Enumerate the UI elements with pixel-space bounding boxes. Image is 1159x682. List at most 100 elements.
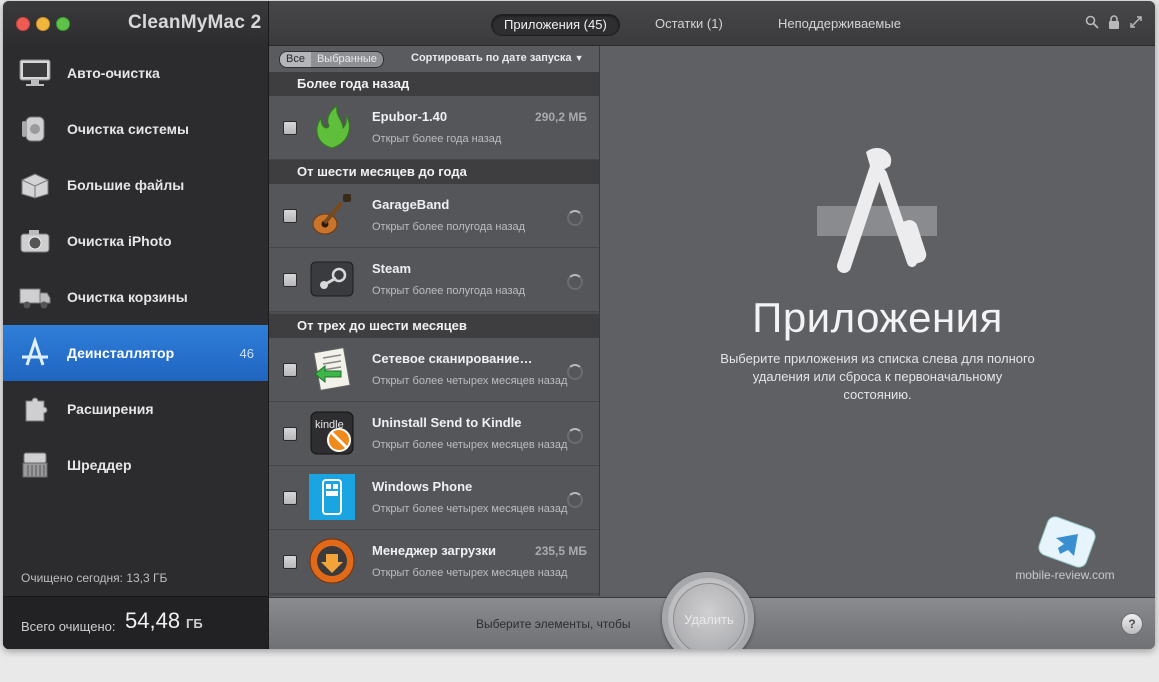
app-name: GarageBand bbox=[372, 197, 450, 212]
app-checkbox[interactable] bbox=[283, 491, 297, 505]
app-checkbox[interactable] bbox=[283, 555, 297, 569]
sidebar-item-trash-clean[interactable]: Очистка корзины bbox=[3, 269, 268, 325]
app-last-opened: Открыт более четырех месяцев назад bbox=[372, 439, 568, 451]
filter-selected-button[interactable]: Выбранные bbox=[310, 52, 383, 67]
detail-description: Выберите приложения из списка слева для … bbox=[720, 351, 1035, 402]
selection-hint: Выберите элементы, чтобы bbox=[476, 617, 631, 631]
app-last-opened: Открыт более полугода назад bbox=[372, 221, 526, 233]
sidebar: CleanMyMac 2 Авто-очистка Очистка систем… bbox=[3, 1, 269, 649]
loading-spinner-icon bbox=[567, 428, 583, 444]
sidebar-item-iphoto-clean[interactable]: Очистка iPhoto bbox=[3, 213, 268, 269]
sidebar-item-large-files[interactable]: Большие файлы bbox=[3, 157, 268, 213]
sort-label: Сортировать по дате запуска bbox=[411, 52, 572, 64]
app-store-icon bbox=[17, 335, 53, 371]
lock-icon[interactable] bbox=[1107, 15, 1121, 29]
delete-button-label: Удалить bbox=[684, 611, 734, 627]
list-item[interactable]: kindle Uninstall Send to Kindle Открыт б… bbox=[269, 402, 599, 466]
sidebar-item-label: Очистка системы bbox=[67, 121, 189, 137]
tab-unsupported[interactable]: Неподдерживаемые bbox=[778, 14, 901, 34]
app-last-opened: Открыт более четырех месяцев назад bbox=[372, 503, 568, 515]
epubor-app-icon bbox=[307, 102, 357, 152]
total-cleaned-unit: ГБ bbox=[186, 616, 203, 631]
app-checkbox[interactable] bbox=[283, 363, 297, 377]
section-title: От трех до шести месяцев bbox=[297, 318, 467, 333]
uninstaller-count-badge: 46 bbox=[239, 345, 254, 361]
sidebar-item-system-clean[interactable]: Очистка системы bbox=[3, 101, 268, 157]
network-scan-app-icon bbox=[307, 344, 357, 394]
sidebar-item-extensions[interactable]: Расширения bbox=[3, 381, 268, 437]
delete-button[interactable]: Удалить bbox=[673, 583, 745, 649]
app-checkbox[interactable] bbox=[283, 427, 297, 441]
zoom-window-button[interactable] bbox=[56, 17, 70, 31]
cleaned-today-text: Очищено сегодня: 13,3 ГБ bbox=[21, 571, 168, 585]
chevron-down-icon: ▼ bbox=[574, 53, 584, 63]
close-window-button[interactable] bbox=[16, 17, 30, 31]
app-size: 235,5 МБ bbox=[535, 544, 587, 558]
app-last-opened: Открыт более четырех месяцев назад bbox=[372, 567, 568, 579]
help-button[interactable]: ? bbox=[1121, 613, 1143, 635]
app-name: Менеджер загрузки bbox=[372, 543, 496, 558]
app-name: Windows Phone bbox=[372, 479, 473, 494]
app-checkbox[interactable] bbox=[283, 209, 297, 223]
app-title: CleanMyMac 2 bbox=[128, 12, 262, 33]
sidebar-item-label: Очистка iPhoto bbox=[67, 233, 172, 249]
fullscreen-icon[interactable] bbox=[1129, 15, 1143, 29]
sidebar-item-label: Авто-очистка bbox=[67, 65, 160, 81]
section-header: От шести месяцев до года bbox=[269, 160, 599, 184]
section-header: От трех до шести месяцев bbox=[269, 314, 599, 338]
detail-title: Приложения bbox=[752, 294, 1003, 341]
sidebar-item-label: Шреддер bbox=[67, 457, 132, 473]
filter-all-button[interactable]: Все bbox=[280, 52, 311, 67]
filter-bar: Все Выбранные Сортировать по дате запуск… bbox=[269, 46, 599, 72]
sidebar-item-auto-clean[interactable]: Авто-очистка bbox=[3, 45, 268, 101]
search-icon[interactable] bbox=[1085, 15, 1099, 29]
sidebar-item-shredder[interactable]: Шреддер bbox=[3, 437, 268, 493]
camera-icon bbox=[17, 223, 53, 259]
list-item[interactable]: GarageBand Открыт более полугода назад bbox=[269, 184, 599, 248]
list-item[interactable]: Менеджер загрузки Открыт более четырех м… bbox=[269, 530, 599, 594]
steam-app-icon bbox=[307, 254, 357, 304]
list-item[interactable]: Windows Phone Открыт более четырех месяц… bbox=[269, 466, 599, 530]
watermark: mobile-review.com bbox=[1010, 516, 1120, 586]
loading-spinner-icon bbox=[567, 492, 583, 508]
loading-spinner-icon bbox=[567, 210, 583, 226]
app-last-opened: Открыт более года назад bbox=[372, 133, 502, 145]
detail-panel: Приложения Выберите приложения из списка… bbox=[600, 46, 1155, 596]
garageband-app-icon bbox=[307, 190, 357, 240]
kindle-app-icon: kindle bbox=[307, 408, 357, 458]
list-item[interactable]: Steam Открыт более полугода назад bbox=[269, 248, 599, 312]
section-title: От шести месяцев до года bbox=[297, 164, 467, 179]
bottom-bar: Выберите элементы, чтобы Удалить ? bbox=[269, 572, 1155, 649]
section-header: Более года назад bbox=[269, 72, 599, 96]
tab-leftovers[interactable]: Остатки (1) bbox=[655, 14, 723, 34]
box-icon bbox=[17, 167, 53, 203]
applications-tools-icon bbox=[812, 144, 942, 274]
section-title: Более года назад bbox=[297, 76, 410, 91]
vacuum-icon bbox=[17, 111, 53, 147]
list-item[interactable]: Сетевое сканирование… Открыт более четыр… bbox=[269, 338, 599, 402]
app-checkbox[interactable] bbox=[283, 273, 297, 287]
total-cleaned-value: 54,48 bbox=[125, 608, 181, 633]
list-item[interactable]: Epubor-1.40 Открыт более года назад 290,… bbox=[269, 96, 599, 160]
truck-icon bbox=[17, 279, 53, 315]
app-name: Steam bbox=[372, 261, 412, 276]
sort-dropdown[interactable]: Сортировать по дате запуска ▼ bbox=[411, 52, 584, 64]
sidebar-item-uninstaller[interactable]: Деинсталлятор 46 bbox=[3, 325, 268, 381]
loading-spinner-icon bbox=[567, 364, 583, 380]
sidebar-nav: Авто-очистка Очистка системы Большие фай… bbox=[3, 45, 268, 493]
sidebar-footer: Всего очищено: 54,48 ГБ bbox=[3, 596, 268, 649]
sidebar-item-label: Большие файлы bbox=[67, 177, 185, 193]
app-name: Uninstall Send to Kindle bbox=[372, 415, 522, 430]
watermark-text: mobile-review.com bbox=[1015, 568, 1115, 582]
sidebar-item-label: Очистка корзины bbox=[67, 289, 188, 305]
titlebar: CleanMyMac 2 bbox=[3, 1, 268, 45]
app-name: Epubor-1.40 bbox=[372, 109, 448, 124]
app-checkbox[interactable] bbox=[283, 121, 297, 135]
app-list: Все Выбранные Сортировать по дате запуск… bbox=[269, 46, 600, 596]
minimize-window-button[interactable] bbox=[36, 17, 50, 31]
filter-segmented-control: Все Выбранные bbox=[279, 51, 384, 68]
sidebar-item-label: Расширения bbox=[67, 401, 154, 417]
app-last-opened: Открыт более четырех месяцев назад bbox=[372, 375, 568, 387]
tab-applications[interactable]: Приложения (45) bbox=[491, 14, 620, 36]
shredder-icon bbox=[17, 447, 53, 483]
